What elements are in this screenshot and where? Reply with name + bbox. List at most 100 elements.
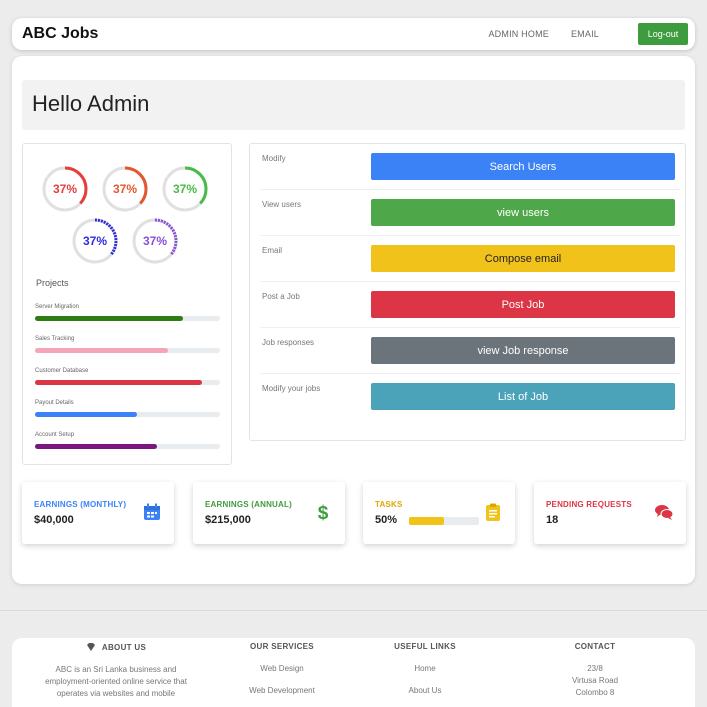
footer-link[interactable]: Web Design: [232, 663, 332, 675]
ring-value: 37%: [172, 182, 198, 196]
stat-value: $40,000: [34, 514, 74, 526]
progress-fill: [35, 444, 158, 449]
stat-card-pending: PENDING REQUESTS 18: [534, 482, 686, 544]
search-users-button[interactable]: Search Users: [371, 153, 675, 180]
nav-links: ADMIN HOME EMAIL: [488, 29, 599, 39]
project-label: Sales Tracking: [35, 336, 75, 342]
tasks-progress-fill: [409, 517, 444, 525]
list-of-job-button[interactable]: List of Job: [371, 383, 675, 410]
project-label: Account Setup: [35, 432, 75, 438]
project-progress: Sales Tracking: [35, 336, 220, 353]
brand-logo[interactable]: ABC Jobs: [22, 25, 98, 43]
stat-card-tasks: TASKS 50%: [363, 482, 515, 544]
stat-label: TASKS: [375, 500, 403, 509]
ring-value: 37%: [142, 234, 168, 248]
stat-card-monthly: EARNINGS (MONTHLY) $40,000: [22, 482, 174, 544]
stat-value: 50%: [375, 514, 398, 526]
progress-fill: [35, 316, 183, 321]
project-label: Customer Database: [35, 368, 89, 374]
progress-fill: [35, 348, 169, 353]
footer-useful-links: USEFUL LINKS Home About Us: [375, 642, 475, 697]
project-progress: Customer Database: [35, 368, 220, 385]
action-row: Modify Search Users: [260, 144, 680, 190]
project-label: Server Migration: [35, 304, 80, 310]
footer-link[interactable]: About Us: [375, 685, 475, 697]
stat-card-annual: EARNINGS (ANNUAL) $215,000 $: [193, 482, 345, 544]
action-label: Job responses: [262, 338, 315, 347]
nav-admin-home-link[interactable]: ADMIN HOME: [488, 29, 549, 39]
progress-ring: 37%: [70, 216, 120, 266]
action-row: Email Compose email: [260, 236, 680, 282]
clipboard-icon: [486, 503, 500, 521]
ring-value: 37%: [82, 234, 108, 248]
stat-label: EARNINGS (ANNUAL): [205, 500, 292, 509]
progress-rings: 37% 37% 37% 37% 37%: [34, 160, 214, 268]
progress-fill: [35, 412, 137, 417]
dollar-icon: $: [318, 503, 329, 522]
progress-track: [35, 444, 220, 449]
progress-fill: [35, 380, 202, 385]
contact-line: Virtusa Road: [571, 676, 619, 685]
contact-line: 23/8: [587, 664, 603, 673]
project-progress: Server Migration: [35, 304, 220, 321]
progress-ring: 37%: [40, 164, 90, 214]
action-label: View users: [262, 200, 301, 209]
action-row: Job responses view Job response: [260, 328, 680, 374]
project-label: Payout Details: [35, 400, 74, 406]
action-label: Email: [262, 246, 283, 255]
logout-button[interactable]: Log-out: [638, 23, 688, 45]
progress-track: [35, 412, 220, 417]
projects-heading: Projects: [36, 278, 69, 288]
footer: ABOUT US ABC is an Sri Lanka business an…: [12, 638, 695, 707]
section-divider: [0, 610, 707, 611]
action-row: Modify your jobs List of Job: [260, 374, 680, 420]
actions-card: Modify Search Users View users view user…: [249, 143, 686, 441]
progress-track: [35, 316, 220, 321]
dashboard-panel: Hello Admin 37% 37% 37% 37% 37% Projects…: [12, 56, 695, 584]
action-row: Post a Job Post Job: [260, 282, 680, 328]
action-row: View users view users: [260, 190, 680, 236]
ring-value: 37%: [112, 182, 138, 196]
nav-email-link[interactable]: EMAIL: [571, 29, 599, 39]
footer-about: ABOUT US ABC is an Sri Lanka business an…: [36, 642, 196, 700]
footer-about-title: ABOUT US: [101, 642, 147, 652]
action-label: Post a Job: [262, 292, 300, 301]
top-navbar: ABC Jobs ADMIN HOME EMAIL Log-out: [12, 18, 695, 50]
tasks-progress-bar: [409, 517, 479, 525]
greeting-banner: Hello Admin: [22, 80, 685, 130]
comments-icon: [655, 505, 674, 520]
compose-email-button[interactable]: Compose email: [371, 245, 675, 272]
calendar-icon: [144, 503, 160, 520]
footer-contact: CONTACT 23/8 Virtusa Road Colombo 8: [545, 642, 645, 699]
page-title: Hello Admin: [32, 91, 150, 116]
action-label: Modify your jobs: [262, 384, 321, 393]
stat-value: 18: [546, 514, 559, 526]
post-job-button[interactable]: Post Job: [371, 291, 675, 318]
project-progress: Payout Details: [35, 400, 220, 417]
progress-track: [35, 380, 220, 385]
project-progress: Account Setup: [35, 432, 220, 449]
gem-icon: [86, 643, 95, 651]
view-users-button[interactable]: view users: [371, 199, 675, 226]
progress-ring: 37%: [100, 164, 150, 214]
footer-services: OUR SERVICES Web Design Web Development: [232, 642, 332, 697]
progress-card: 37% 37% 37% 37% 37% Projects Server Migr…: [22, 143, 232, 465]
stat-value: $215,000: [205, 514, 251, 526]
footer-links-title: USEFUL LINKS: [394, 642, 456, 651]
footer-about-heading: ABOUT US: [36, 642, 196, 652]
footer-services-title: OUR SERVICES: [250, 642, 314, 651]
view-job-response-button[interactable]: view Job response: [371, 337, 675, 364]
action-label: Modify: [262, 154, 286, 163]
svg-text:$: $: [318, 503, 329, 522]
footer-about-text: ABC is an Sri Lanka business and employm…: [45, 665, 187, 698]
footer-link[interactable]: Home: [375, 663, 475, 675]
progress-ring: 37%: [160, 164, 210, 214]
stat-label: PENDING REQUESTS: [546, 500, 632, 509]
footer-contact-title: CONTACT: [574, 642, 616, 651]
stat-label: EARNINGS (MONTHLY): [34, 500, 127, 509]
contact-line: Colombo 8: [575, 688, 615, 697]
progress-track: [35, 348, 220, 353]
footer-link[interactable]: Web Development: [232, 685, 332, 697]
ring-value: 37%: [52, 182, 78, 196]
progress-ring: 37%: [130, 216, 180, 266]
